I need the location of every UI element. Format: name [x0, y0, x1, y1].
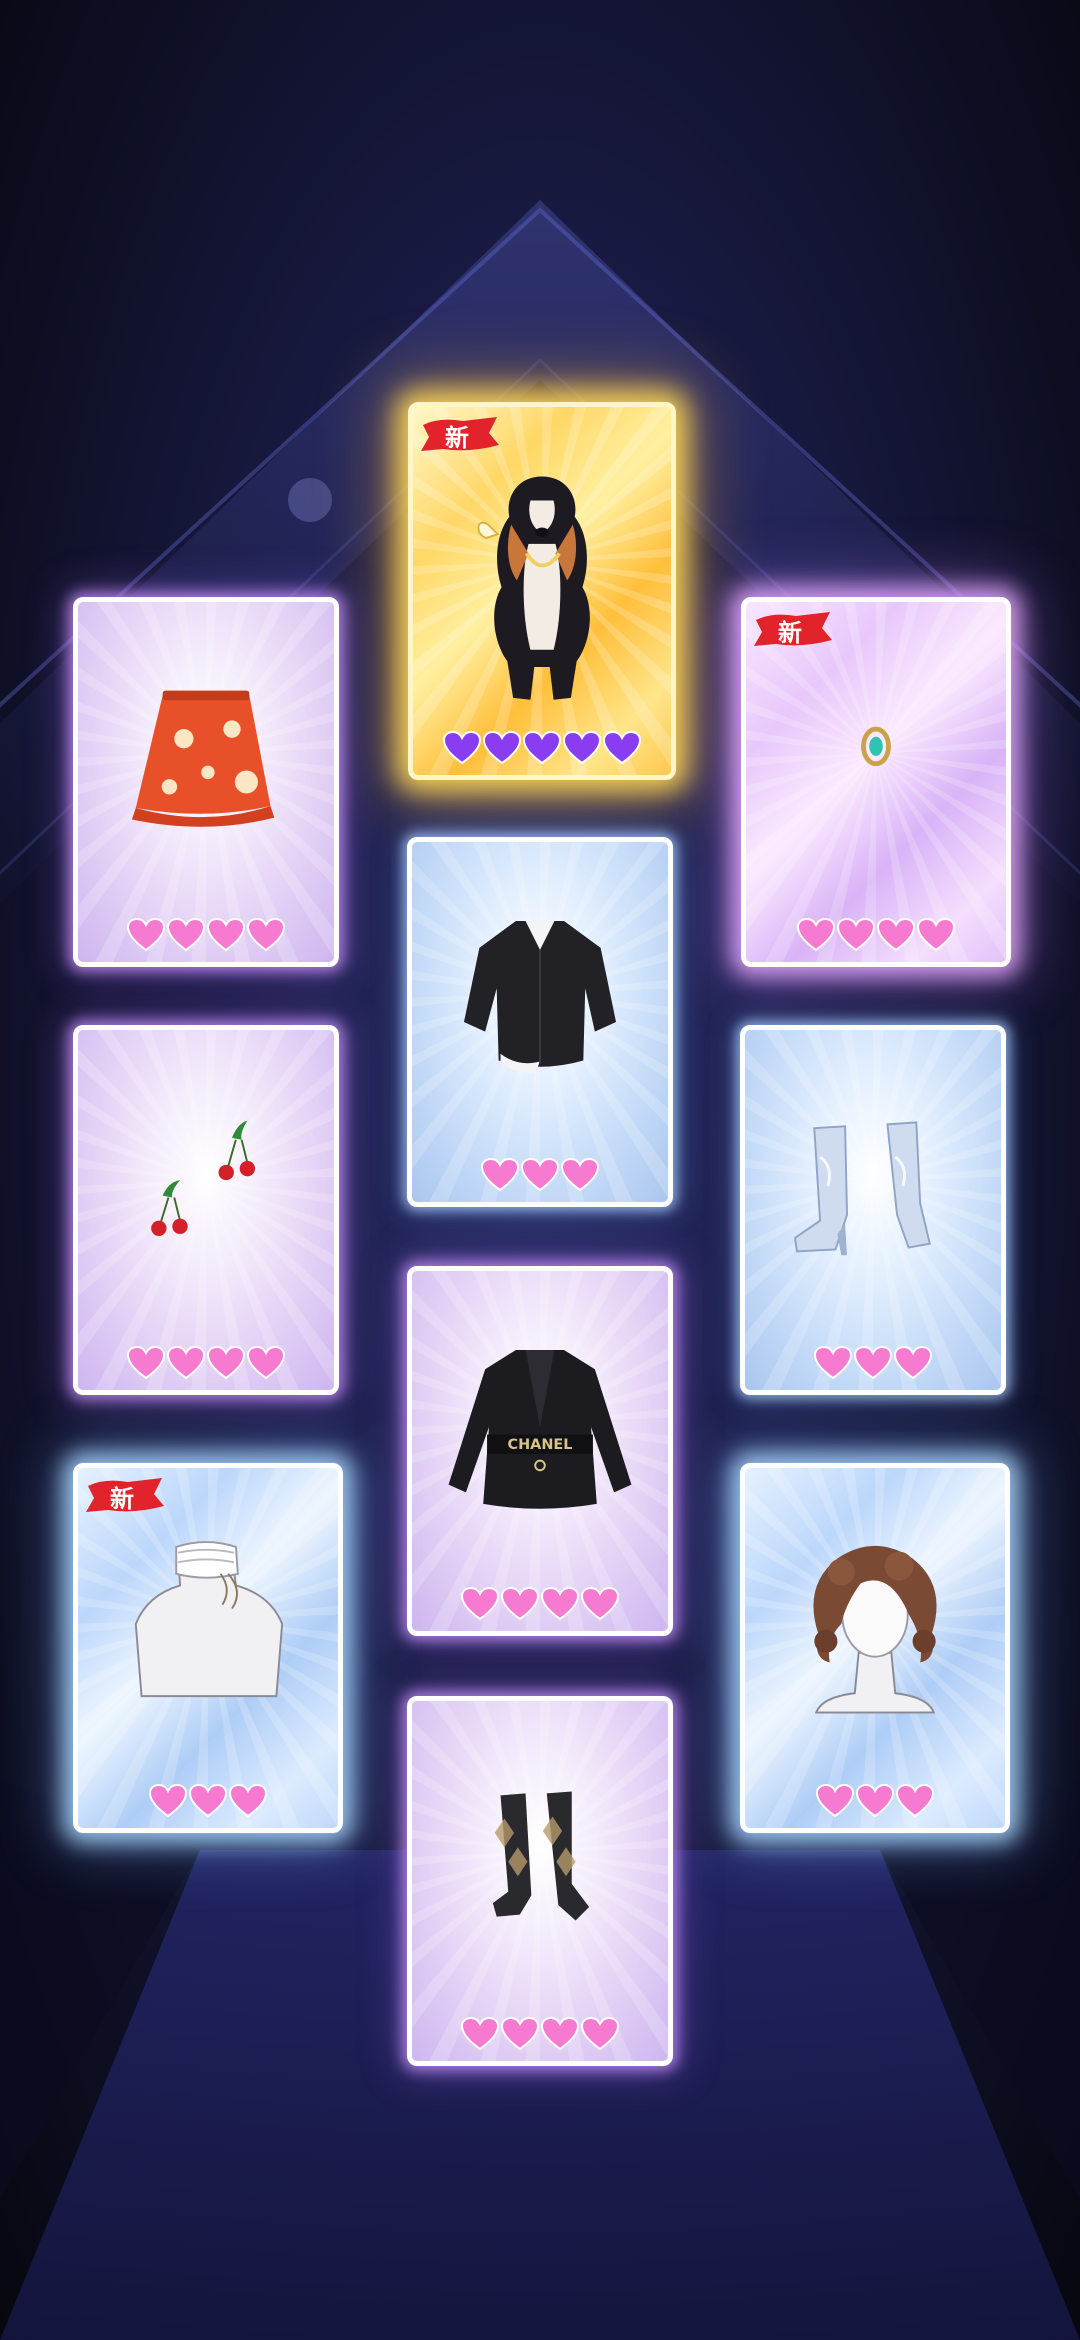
heart-icon: [814, 1346, 852, 1380]
heart-icon: [247, 1346, 285, 1380]
reward-card-black-jacket[interactable]: CHANEL: [407, 1266, 673, 1636]
heart-icon: [247, 918, 285, 952]
reward-card-dog-pet[interactable]: 新: [408, 402, 676, 780]
reward-card-silver-boots[interactable]: [740, 1025, 1006, 1395]
heart-icon: [917, 918, 955, 952]
reward-card-gem-ring[interactable]: 新: [741, 597, 1011, 967]
heart-icon: [541, 2017, 579, 2051]
heart-icon: [523, 731, 561, 765]
reward-card-lace-choker[interactable]: 新: [73, 1463, 343, 1833]
heart-icon: [167, 1346, 205, 1380]
new-badge: 新: [419, 415, 501, 453]
reward-card-argyle-socks[interactable]: [407, 1696, 673, 2066]
heart-icon: [541, 1587, 579, 1621]
reward-card-black-shirt[interactable]: [407, 837, 673, 1207]
heart-icon: [856, 1784, 894, 1818]
heart-icon: [581, 2017, 619, 2051]
gem-ring-icon: [861, 726, 891, 767]
argyle-socks-icon: [492, 1791, 590, 1921]
heart-icon: [563, 731, 601, 765]
heart-icon: [501, 2017, 539, 2051]
new-badge-label: 新: [778, 619, 802, 647]
rarity-hearts: [412, 2017, 668, 2053]
black-shirt-icon: [463, 920, 617, 1074]
rarity-hearts: [413, 731, 671, 767]
heart-icon: [877, 918, 915, 952]
heart-icon: [461, 2017, 499, 2051]
lace-choker-icon: [134, 1541, 284, 1698]
heart-icon: [167, 918, 205, 952]
heart-icon: [521, 1158, 559, 1192]
rarity-hearts: [78, 918, 334, 954]
rarity-hearts: [745, 1784, 1005, 1820]
heart-icon: [837, 918, 875, 952]
heart-icon: [207, 918, 245, 952]
curly-hair-icon: [813, 1545, 937, 1714]
heart-icon: [461, 1587, 499, 1621]
cherry-earrings-icon: [151, 1120, 256, 1236]
rarity-hearts: [412, 1158, 668, 1194]
heart-icon: [207, 1346, 245, 1380]
rarity-hearts: [412, 1587, 668, 1623]
rarity-hearts: [78, 1784, 338, 1820]
rarity-hearts: [78, 1346, 334, 1382]
heart-icon: [797, 918, 835, 952]
new-badge: 新: [752, 610, 834, 648]
heart-icon: [483, 731, 521, 765]
rarity-hearts: [745, 1346, 1001, 1382]
heart-icon: [127, 918, 165, 952]
heart-icon: [481, 1158, 519, 1192]
reward-card-floral-skirt[interactable]: [73, 597, 339, 967]
heart-icon: [189, 1784, 227, 1818]
reward-card-cherry-earrings[interactable]: [73, 1025, 339, 1395]
silver-boots-icon: [794, 1121, 931, 1256]
rarity-hearts: [746, 918, 1006, 954]
heart-icon: [127, 1346, 165, 1380]
heart-icon: [581, 1587, 619, 1621]
heart-icon: [443, 731, 481, 765]
new-badge-label: 新: [110, 1485, 134, 1513]
dog-pet-icon: [477, 476, 590, 700]
jacket-print-text: CHANEL: [508, 1437, 573, 1453]
reward-card-curly-hair[interactable]: [740, 1463, 1010, 1833]
heart-icon: [603, 731, 641, 765]
heart-icon: [854, 1346, 892, 1380]
new-badge-label: 新: [445, 424, 469, 452]
heart-icon: [229, 1784, 267, 1818]
heart-icon: [501, 1587, 539, 1621]
heart-icon: [561, 1158, 599, 1192]
heart-icon: [896, 1784, 934, 1818]
heart-icon: [816, 1784, 854, 1818]
heart-icon: [894, 1346, 932, 1380]
new-badge: 新: [84, 1476, 166, 1514]
black-belted-jacket-icon: CHANEL: [448, 1349, 632, 1509]
orange-floral-skirt-icon: [131, 690, 275, 827]
heart-icon: [149, 1784, 187, 1818]
